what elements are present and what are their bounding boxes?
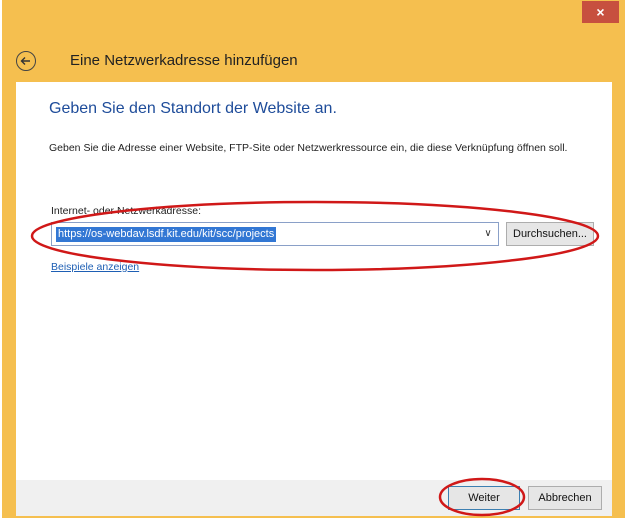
annotation-overlay bbox=[30, 200, 600, 517]
annotation-circle-next bbox=[438, 477, 526, 517]
annotation-circle-address bbox=[30, 200, 600, 272]
